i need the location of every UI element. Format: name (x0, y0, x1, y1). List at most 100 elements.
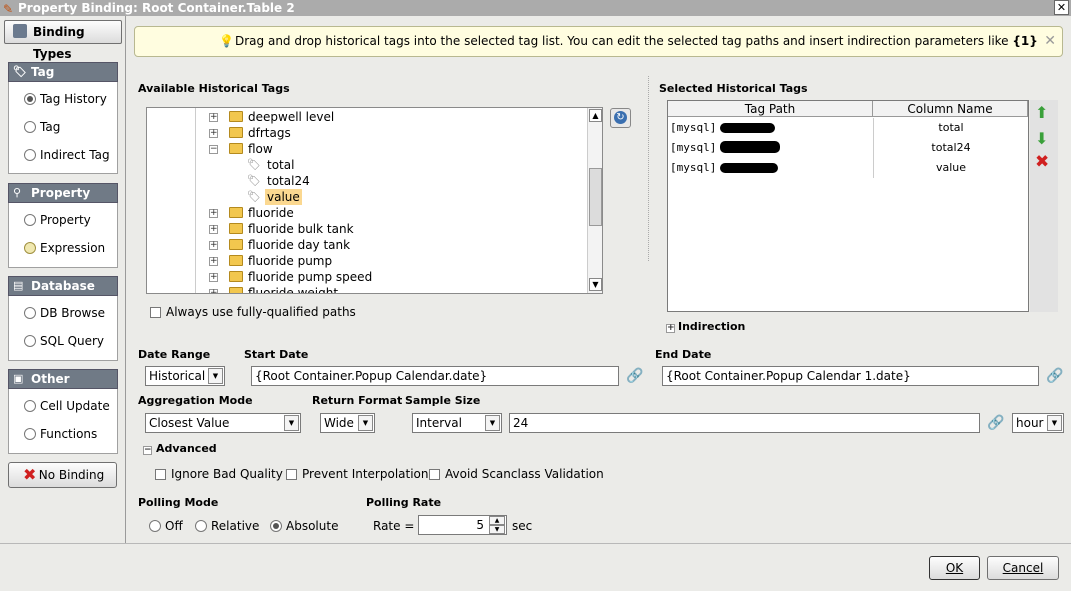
spin-up-icon[interactable]: ▲ (489, 516, 505, 525)
scroll-up-icon[interactable]: ▲ (589, 109, 602, 122)
radio-property[interactable] (24, 214, 36, 226)
option-cell-update[interactable]: Cell Update (24, 399, 110, 413)
row-2-path[interactable]: [mysql] (670, 138, 716, 158)
ok-button[interactable]: OK (929, 556, 980, 580)
end-date-label: End Date (655, 348, 712, 361)
link-icon[interactable]: 🔗 (1046, 368, 1063, 384)
tag-tree[interactable]: + deepwell level + dfrtags − flow 🏷 tota… (146, 107, 603, 294)
expand-icon[interactable]: + (209, 241, 218, 250)
return-format-select[interactable]: Wide ▼ (320, 413, 375, 433)
tree-item-label: fluoride weight (248, 286, 339, 294)
chevron-down-icon: ▼ (284, 415, 299, 431)
radio-sql-query[interactable] (24, 335, 36, 347)
title-bar: ✎ Property Binding: Root Container.Table… (0, 0, 1071, 16)
open-folder-icon (229, 143, 243, 154)
close-button[interactable]: ✕ (1054, 0, 1069, 15)
section-database-body: DB Browse SQL Query (8, 296, 118, 361)
tree-scrollbar[interactable]: ▲ ▼ (587, 108, 602, 293)
folder-icon (229, 111, 243, 122)
sample-size-field[interactable]: 24 (509, 413, 980, 433)
polling-relative-option[interactable]: Relative (195, 519, 259, 533)
expand-icon[interactable]: + (209, 113, 218, 122)
option-functions[interactable]: Functions (24, 427, 97, 441)
no-binding-label: No Binding (38, 468, 105, 482)
row-2-column[interactable]: total24 (874, 138, 1028, 158)
binding-types-label: Binding Types (33, 25, 85, 61)
hint-text: Drag and drop historical tags into the s… (235, 34, 1013, 48)
polling-absolute-option[interactable]: Absolute (270, 519, 338, 533)
option-indirect-tag[interactable]: Indirect Tag (24, 148, 110, 162)
cancel-button[interactable]: Cancel (987, 556, 1059, 580)
option-db-browse[interactable]: DB Browse (24, 306, 105, 320)
link-icon[interactable]: 🔗 (626, 368, 643, 384)
option-property[interactable]: Property (24, 213, 91, 227)
option-sql-query[interactable]: SQL Query (24, 334, 104, 348)
fully-qualified-checkbox[interactable] (150, 307, 161, 318)
column-header-column-name[interactable]: Column Name (873, 101, 1028, 117)
date-range-select[interactable]: Historical ▼ (145, 366, 225, 386)
advanced-toggle[interactable]: − Advanced (143, 442, 217, 455)
aggregation-mode-select[interactable]: Closest Value ▼ (145, 413, 301, 433)
polling-off-option[interactable]: Off (149, 519, 183, 533)
avoid-scanclass-checkbox[interactable] (429, 469, 440, 480)
radio-db-browse[interactable] (24, 307, 36, 319)
scroll-thumb[interactable] (589, 168, 602, 226)
option-tag[interactable]: Tag (24, 120, 60, 134)
expand-icon[interactable]: + (209, 289, 218, 293)
fully-qualified-option[interactable]: Always use fully-qualified paths (150, 305, 356, 319)
sample-size-mode-select[interactable]: Interval ▼ (412, 413, 502, 433)
radio-polling-absolute[interactable] (270, 520, 282, 532)
database-icon: ▤ (13, 279, 24, 292)
rate-unit-label: sec (512, 519, 533, 533)
prevent-interpolation-label: Prevent Interpolation (302, 467, 429, 481)
no-binding-button[interactable]: ✖ No Binding (8, 462, 117, 488)
radio-polling-relative[interactable] (195, 520, 207, 532)
return-format-label: Return Format (312, 394, 403, 407)
expand-icon[interactable]: + (209, 225, 218, 234)
indirection-toggle[interactable]: + Indirection (666, 320, 745, 333)
expand-icon[interactable]: + (209, 273, 218, 282)
tree-item-label: total (267, 158, 295, 172)
option-expression[interactable]: Expression (24, 241, 105, 255)
link-icon[interactable]: 🔗 (987, 415, 1004, 431)
collapse-icon[interactable]: − (209, 145, 218, 154)
spinner-buttons[interactable]: ▲ ▼ (489, 516, 506, 534)
row-3-column[interactable]: value (874, 158, 1028, 178)
row-1-path[interactable]: [mysql] (670, 118, 716, 138)
end-date-field[interactable]: {Root Container.Popup Calendar 1.date} (662, 366, 1039, 386)
expand-icon[interactable]: + (209, 257, 218, 266)
row-3-path[interactable]: [mysql] (670, 158, 716, 178)
radio-tag[interactable] (24, 121, 36, 133)
avoid-scanclass-option[interactable]: Avoid Scanclass Validation (429, 467, 604, 481)
move-down-icon[interactable]: ⬇ (1035, 130, 1048, 148)
panel-splitter[interactable] (648, 76, 652, 261)
prevent-interpolation-checkbox[interactable] (286, 469, 297, 480)
spin-down-icon[interactable]: ▼ (489, 525, 505, 534)
radio-expression[interactable] (24, 242, 36, 254)
scroll-down-icon[interactable]: ▼ (589, 278, 602, 291)
start-date-field[interactable]: {Root Container.Popup Calendar.date} (251, 366, 619, 386)
expand-icon[interactable]: + (209, 129, 218, 138)
radio-polling-off[interactable] (149, 520, 161, 532)
radio-cell-update[interactable] (24, 400, 36, 412)
expand-icon[interactable]: + (209, 209, 218, 218)
refresh-tags-button[interactable]: ↻ (610, 108, 631, 128)
collapse-icon[interactable]: − (143, 446, 152, 455)
radio-indirect-tag[interactable] (24, 149, 36, 161)
column-header-tag-path[interactable]: Tag Path (668, 101, 873, 117)
delete-icon[interactable]: ✖ (1035, 153, 1049, 171)
sample-unit-select[interactable]: hour ▼ (1012, 413, 1064, 433)
expand-icon[interactable]: + (666, 324, 675, 333)
option-tag-history[interactable]: Tag History (24, 92, 107, 106)
move-up-icon[interactable]: ⬆ (1035, 104, 1048, 122)
tag-icon: 🏷 (13, 65, 27, 78)
ignore-bad-quality-checkbox[interactable] (155, 469, 166, 480)
row-1-column[interactable]: total (874, 118, 1028, 138)
selected-tags-table[interactable]: Tag Path Column Name [mysql] total [mysq… (667, 100, 1029, 312)
radio-tag-history[interactable] (24, 93, 36, 105)
ignore-bad-quality-option[interactable]: Ignore Bad Quality (155, 467, 283, 481)
radio-functions[interactable] (24, 428, 36, 440)
return-format-value: Wide (324, 416, 354, 430)
prevent-interpolation-option[interactable]: Prevent Interpolation (286, 467, 429, 481)
dismiss-tooltip-icon[interactable]: ✕ (1044, 27, 1056, 56)
